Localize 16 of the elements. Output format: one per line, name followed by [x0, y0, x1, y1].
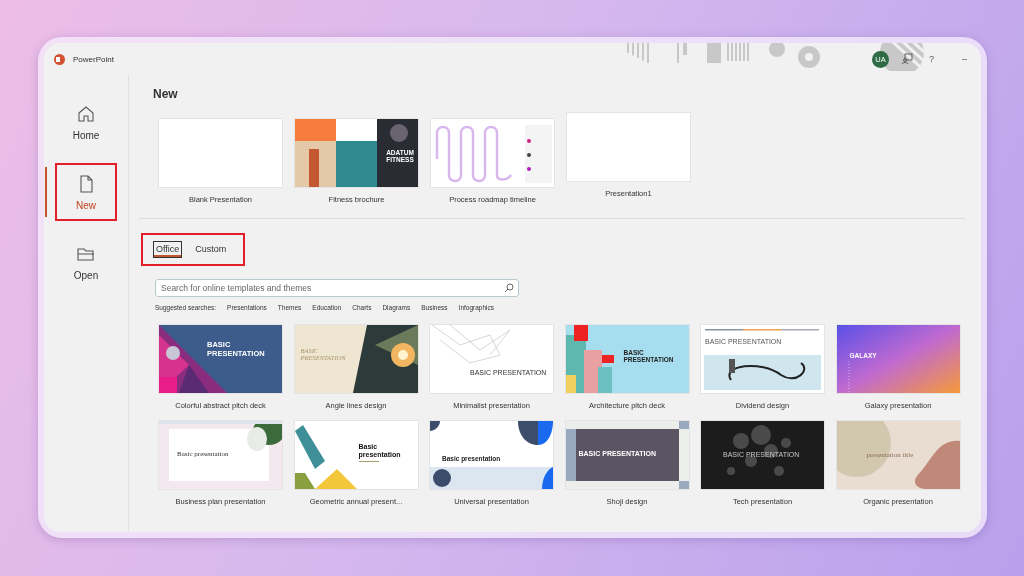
powerpoint-logo-icon — [54, 53, 65, 65]
section-heading: New — [153, 87, 179, 101]
blank-slide-thumbnail[interactable] — [567, 113, 690, 181]
feedback-icon[interactable] — [900, 53, 913, 65]
search-icon[interactable] — [504, 283, 514, 293]
blank-slide-thumbnail[interactable] — [159, 119, 282, 187]
selection-indicator — [45, 167, 47, 217]
search-field[interactable]: Search for online templates and themes — [155, 279, 519, 297]
app-title: PowerPoint — [73, 54, 114, 64]
minimize-button[interactable]: – — [958, 52, 971, 66]
nav-item[interactable]: Home — [55, 93, 117, 151]
help-button[interactable]: ? — [924, 52, 938, 66]
tab[interactable]: Custom — [192, 241, 230, 258]
tab[interactable]: Office — [153, 241, 183, 258]
nav-item[interactable]: New — [55, 163, 117, 221]
nav-item[interactable]: Open — [55, 233, 117, 291]
